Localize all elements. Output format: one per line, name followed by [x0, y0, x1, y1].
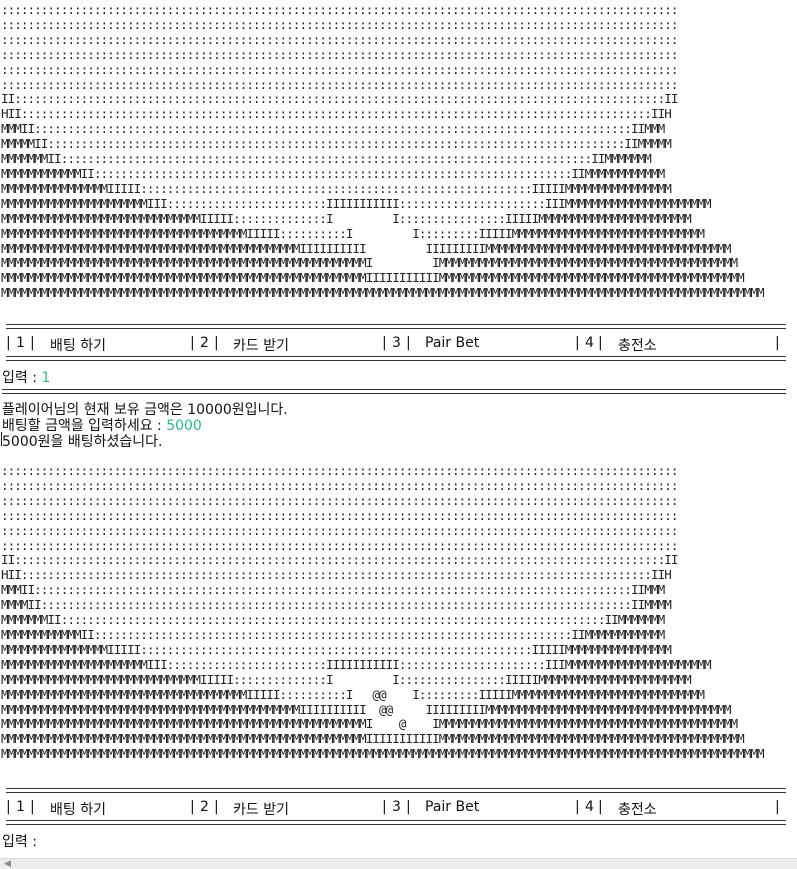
menu2-right-border: |	[775, 799, 780, 815]
input-value-1: 1	[41, 370, 51, 386]
menu-item-2-label[interactable]: 카드 받기	[233, 335, 289, 355]
menu-border-top	[6, 324, 786, 329]
ascii-art-bottom: ::::::::::::::::::::::::::::::::::::::::…	[1, 463, 765, 762]
separator	[2, 389, 786, 394]
scroll-left-icon[interactable]: ◀	[4, 859, 11, 869]
menu2-item-2-num: 2	[200, 799, 209, 815]
menu-border-bottom	[6, 356, 786, 361]
menu2-item-3-num: 3	[392, 799, 401, 815]
horizontal-scrollbar[interactable]: ◀	[0, 858, 797, 869]
console-window: ::::::::::::::::::::::::::::::::::::::::…	[0, 0, 797, 869]
menu2-item-1-num: 1	[16, 799, 25, 815]
menu-item-4-label[interactable]: 충전소	[618, 335, 657, 355]
text-cursor	[1, 432, 2, 446]
menu-border-bottom-2	[6, 820, 786, 825]
menu-item-4-num: 4	[585, 335, 594, 351]
menu2-item-1-label[interactable]: 배팅 하기	[50, 799, 106, 819]
menu-bar: | 1 | 배팅 하기 | 2 | 카드 받기 | 3 | Pair Bet |…	[6, 335, 780, 355]
menu-right-border: |	[775, 335, 780, 351]
menu2-item-2-label[interactable]: 카드 받기	[233, 799, 289, 819]
menu-item-1-num: 1	[16, 335, 25, 351]
input-prompt-2[interactable]: 입력 :	[2, 831, 41, 851]
menu2-item-3-label[interactable]: Pair Bet	[425, 799, 479, 815]
menu2-left-border: |	[6, 799, 11, 815]
menu-item-3-num: 3	[392, 335, 401, 351]
ascii-art-top: ::::::::::::::::::::::::::::::::::::::::…	[1, 2, 765, 301]
bet-confirm-message: 5000원을 배팅하셨습니다.	[2, 434, 163, 450]
menu-item-2-num: 2	[200, 335, 209, 351]
menu-bar-2: | 1 | 배팅 하기 | 2 | 카드 받기 | 3 | Pair Bet |…	[6, 799, 780, 819]
menu-item-3-label[interactable]: Pair Bet	[425, 335, 479, 351]
input-prompt-1: 입력 : 1	[2, 370, 51, 386]
bet-input-value: 5000	[166, 418, 202, 434]
menu-border-top-2	[6, 788, 786, 793]
menu-item-1-label[interactable]: 배팅 하기	[50, 335, 106, 355]
menu2-item-4-label[interactable]: 충전소	[618, 799, 657, 819]
menu2-item-4-num: 4	[585, 799, 594, 815]
menu-left-border: |	[6, 335, 11, 351]
